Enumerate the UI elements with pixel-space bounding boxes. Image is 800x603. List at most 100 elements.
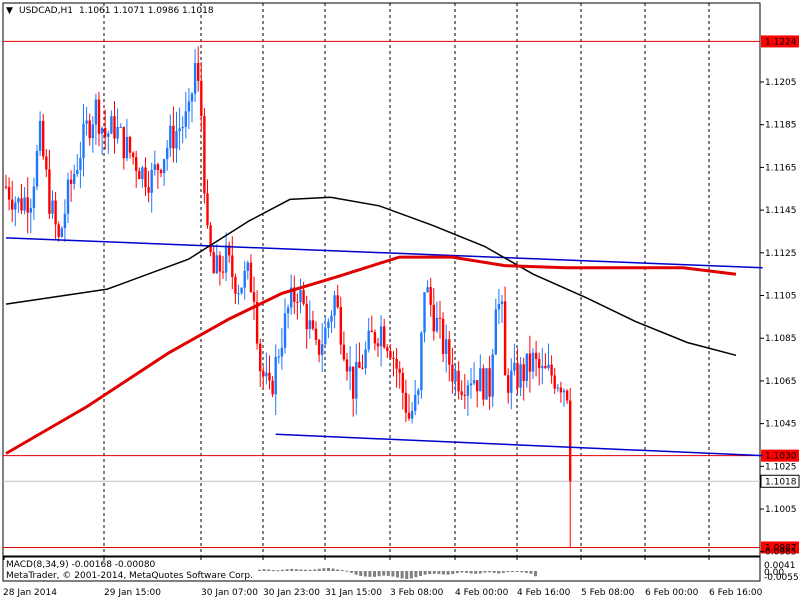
candle-body xyxy=(541,365,544,369)
macd-bar xyxy=(276,570,280,572)
candle-body xyxy=(299,290,302,302)
candle-body xyxy=(193,63,197,94)
candle-body xyxy=(476,380,479,392)
macd-bar xyxy=(290,568,294,571)
candle-body xyxy=(283,313,287,348)
candle-body xyxy=(423,292,426,333)
chart-symbol: USDCAD,H1 xyxy=(19,6,73,16)
macd-bar xyxy=(455,571,459,574)
candle-body xyxy=(252,292,256,302)
candle-body xyxy=(364,349,367,369)
macd-bar xyxy=(258,569,261,571)
candle-body xyxy=(14,202,17,210)
candle-body xyxy=(104,128,107,137)
x-tick-label: 5 Feb 08:00 xyxy=(581,588,635,598)
candle-body xyxy=(336,295,339,308)
macd-bar xyxy=(520,571,524,573)
macd-bar xyxy=(368,571,372,577)
candle-body xyxy=(435,317,439,332)
candle-body xyxy=(386,347,389,352)
candle-body xyxy=(410,410,414,419)
candle-body xyxy=(150,169,153,193)
candle-body xyxy=(426,287,429,293)
candle-body xyxy=(507,375,510,393)
candle-body xyxy=(175,131,178,149)
macd-bar xyxy=(478,571,482,574)
candle-body xyxy=(538,359,541,369)
macd-bar xyxy=(492,571,496,573)
macd-bar xyxy=(373,571,376,577)
candle-body xyxy=(113,116,116,139)
candle-body xyxy=(544,365,547,369)
candle-body xyxy=(370,330,373,333)
candle-body xyxy=(255,301,259,344)
candle-body xyxy=(63,213,67,229)
candle-body xyxy=(367,330,370,350)
candle-body xyxy=(550,364,553,376)
candle-body xyxy=(355,361,358,399)
candle-body xyxy=(234,276,237,294)
candle-body xyxy=(35,150,39,187)
y-tick-label: 1.1205 xyxy=(765,78,797,88)
price-chart[interactable]: 1.12241.10301.09871.1018 1.12051.11851.1… xyxy=(0,0,800,600)
candle-body xyxy=(60,228,63,237)
candle-body xyxy=(333,295,336,316)
candle-body xyxy=(203,115,206,194)
macd-bar xyxy=(308,569,312,571)
x-tick-label: 4 Feb 16:00 xyxy=(517,588,571,598)
macd-bar xyxy=(515,571,519,572)
candle-body xyxy=(206,193,209,226)
y-tick-label: 1.1165 xyxy=(765,163,797,173)
macd-bar xyxy=(345,570,349,572)
macd-bar xyxy=(400,571,404,579)
candle-body xyxy=(565,390,569,401)
candle-body xyxy=(383,326,386,348)
candle-body xyxy=(209,225,212,253)
candle-body xyxy=(262,371,265,377)
price-tag-label: 1.1030 xyxy=(765,452,797,462)
macd-bar xyxy=(501,571,505,573)
candle-body xyxy=(20,198,23,211)
candle-body xyxy=(500,301,504,305)
candle-body xyxy=(463,394,466,396)
candle-body xyxy=(178,128,181,132)
macd-bar xyxy=(428,571,432,575)
candle-body xyxy=(503,301,507,376)
macd-bar xyxy=(354,571,358,575)
candle-body xyxy=(249,262,253,293)
candle-body xyxy=(100,128,104,134)
x-tick-label: 3 Feb 08:00 xyxy=(390,588,444,598)
chart-window[interactable]: 1.1224 1.1030 1.0987 1.1018 1.1205 1.1185 1.1… xyxy=(0,0,800,600)
candle-body xyxy=(407,412,411,419)
candle-body xyxy=(212,252,215,274)
chart-header-arrow[interactable]: ▼ xyxy=(6,6,13,16)
candle-body xyxy=(432,304,435,332)
candle-body xyxy=(215,255,218,274)
candle-body xyxy=(395,358,398,369)
candle-body xyxy=(181,126,184,129)
macd-bar xyxy=(377,571,381,577)
x-tick-label: 30 Jan 07:00 xyxy=(201,588,258,598)
candle-body xyxy=(451,364,454,382)
candle-body xyxy=(324,327,327,345)
candle-body xyxy=(479,368,482,392)
copyright-text: MetaTrader, © 2001-2014, MetaQuotes Soft… xyxy=(6,571,253,581)
macd-bar xyxy=(483,571,487,573)
candle-body xyxy=(274,356,277,395)
candle-body xyxy=(200,80,203,116)
candle-body xyxy=(26,197,29,213)
macd-bar xyxy=(497,571,501,574)
x-tick-label: 30 Jan 23:00 xyxy=(263,588,320,598)
candle-body xyxy=(153,164,156,170)
candle-body xyxy=(97,99,101,134)
macd-bar xyxy=(317,568,321,571)
candle-body xyxy=(54,200,57,225)
macd-bar xyxy=(396,571,399,578)
macd-bar xyxy=(304,569,307,571)
candle-body xyxy=(197,63,200,81)
candle-body xyxy=(125,136,129,159)
candle-body xyxy=(277,356,280,358)
candle-body xyxy=(259,343,262,372)
macd-bar xyxy=(382,571,386,576)
candle-body xyxy=(491,354,494,397)
